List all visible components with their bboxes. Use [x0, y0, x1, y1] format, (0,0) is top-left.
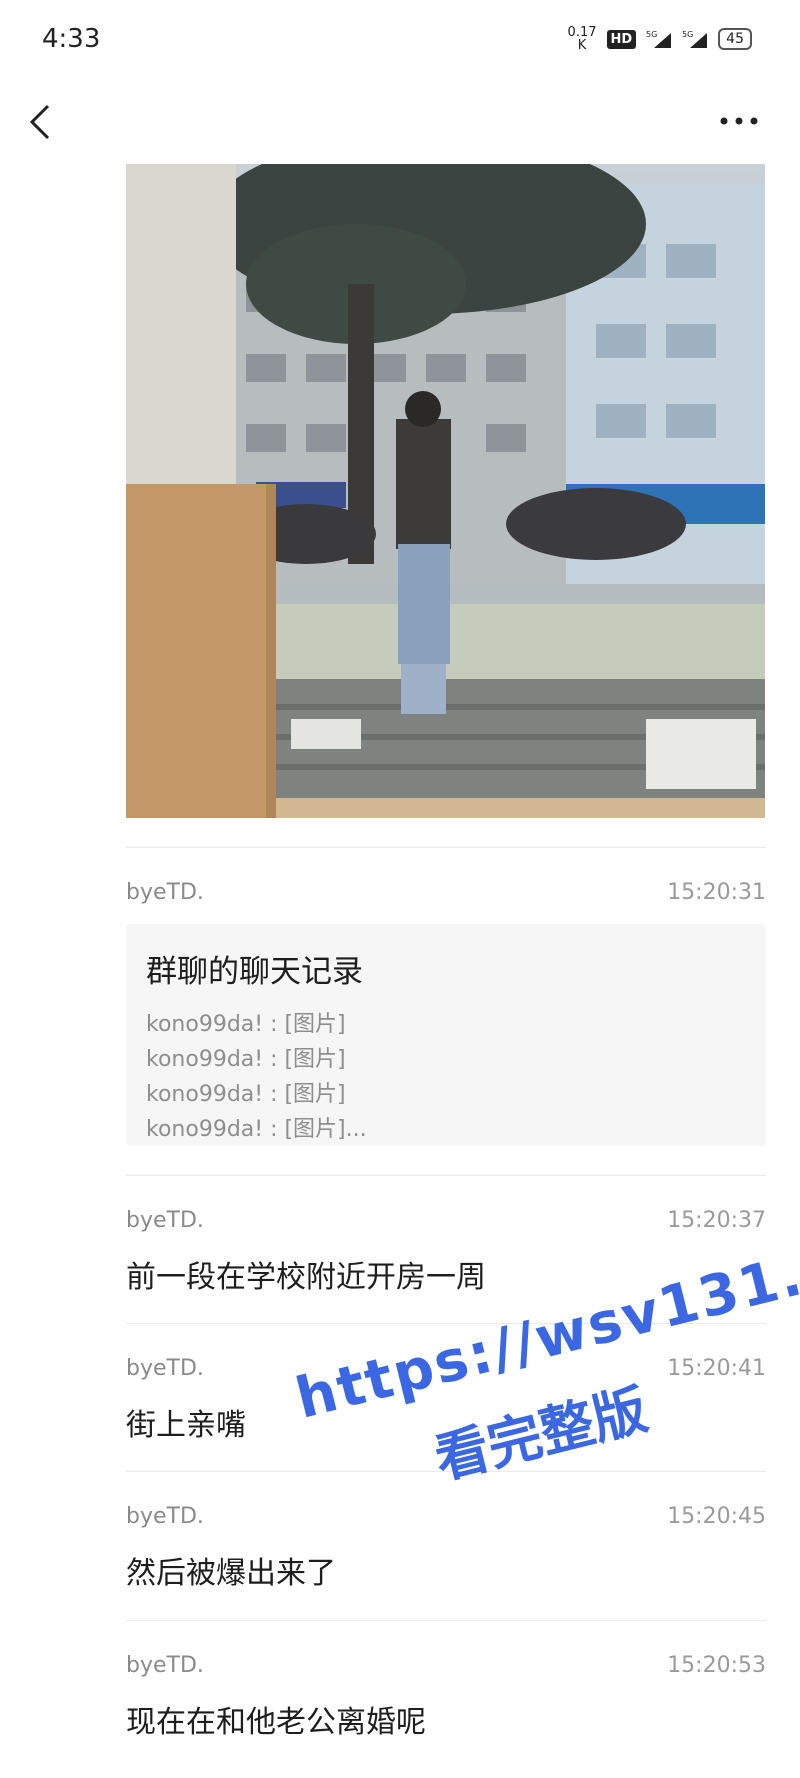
- message-sender: byeTD.: [126, 1356, 204, 1381]
- message-time: 15:20:31: [667, 880, 766, 905]
- network-speed: 0.17 K: [567, 25, 597, 53]
- message-text[interactable]: 现在在和他老公离婚呢: [126, 1697, 426, 1741]
- message-text[interactable]: 前一段在学校附近开房一周: [126, 1252, 486, 1296]
- forwarded-chat-line: kono99da! : [图片]: [146, 1012, 346, 1037]
- svg-text:5G: 5G: [646, 30, 657, 39]
- forwarded-chat-line: kono99da! : [图片]: [146, 1082, 346, 1107]
- message-text[interactable]: 街上亲嘴: [126, 1400, 246, 1444]
- forwarded-chat-title: 群聊的聊天记录: [146, 954, 363, 990]
- svg-text:5G: 5G: [682, 30, 693, 39]
- back-button[interactable]: [22, 98, 62, 146]
- street-photo: [126, 164, 765, 818]
- forwarded-chat-line: kono99da! : [图片]...: [146, 1117, 367, 1142]
- message-divider: [126, 1175, 766, 1176]
- hd-icon: HD: [606, 29, 637, 49]
- message-sender: byeTD.: [126, 1653, 204, 1678]
- watermark-caption: 看完整版: [428, 1377, 654, 1492]
- signal-5g-icon: 5G: [682, 30, 708, 48]
- message-time: 15:20:37: [667, 1208, 766, 1233]
- message-time: 15:20:53: [667, 1653, 766, 1678]
- message-sender: byeTD.: [126, 880, 204, 905]
- status-bar: 4:33 0.17 K HD 5G 5G 45: [0, 0, 800, 80]
- message-divider: [126, 1471, 766, 1472]
- message-sender: byeTD.: [126, 1504, 204, 1529]
- forwarded-chat-line: kono99da! : [图片]: [146, 1047, 346, 1072]
- battery-indicator: 45: [718, 28, 752, 50]
- signal-5g-icon: 5G: [646, 30, 672, 48]
- ellipsis-icon: [720, 117, 758, 125]
- forwarded-chat-card[interactable]: 群聊的聊天记录 kono99da! : [图片] kono99da! : [图片…: [126, 924, 766, 1146]
- status-icons: 0.17 K HD 5G 5G 45: [568, 26, 752, 52]
- chevron-left-icon: [29, 104, 50, 140]
- message-time: 15:20:41: [667, 1356, 766, 1381]
- message-text[interactable]: 然后被爆出来了: [126, 1548, 336, 1592]
- message-divider: [126, 1323, 766, 1324]
- message-divider: [126, 1620, 766, 1621]
- message-sender: byeTD.: [126, 1208, 204, 1233]
- nav-bar: [0, 80, 800, 164]
- message-divider: [126, 847, 766, 848]
- message-time: 15:20:45: [667, 1504, 766, 1529]
- image-message[interactable]: [126, 164, 765, 818]
- more-button[interactable]: [714, 106, 764, 136]
- status-time: 4:33: [42, 24, 101, 54]
